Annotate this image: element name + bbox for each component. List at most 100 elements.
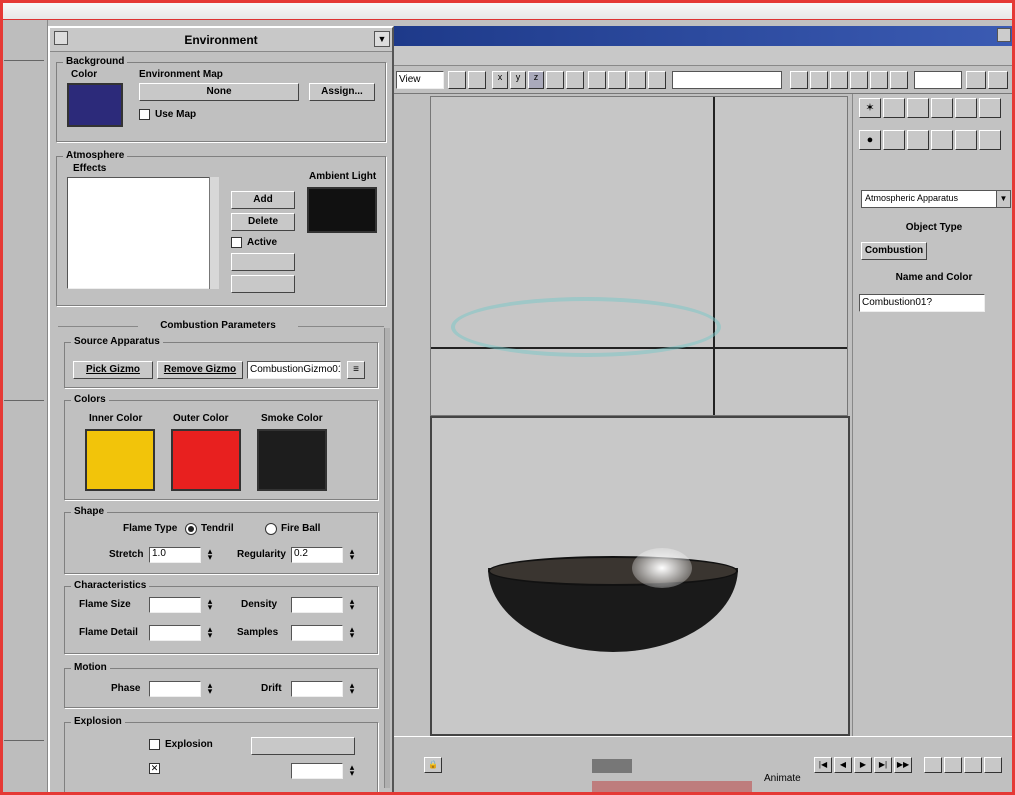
stretch-spinner-icon[interactable]: ▴ ▾ — [205, 547, 215, 562]
fury-spinner-icon[interactable]: ▴ ▾ — [347, 763, 357, 778]
geometry-icon[interactable]: ● — [859, 130, 881, 150]
characteristics-group: Characteristics Flame Size ▴ ▾ Density ▴ ▾… — [64, 580, 378, 654]
render-type-dropdown[interactable] — [914, 71, 962, 89]
effects-listbox[interactable] — [67, 177, 217, 289]
next-frame-icon[interactable]: ▶| — [874, 757, 892, 773]
tendril-radio[interactable] — [185, 523, 197, 535]
shapes-icon[interactable] — [883, 130, 905, 150]
samples-spinner-icon[interactable]: ▴ ▾ — [347, 625, 357, 640]
lock-icon[interactable]: 🔒 — [424, 757, 442, 773]
toolbar-button[interactable] — [850, 71, 868, 89]
zoom-icon[interactable] — [924, 757, 942, 773]
lights-icon[interactable] — [907, 130, 929, 150]
y-axis-button[interactable]: y — [510, 71, 526, 89]
arc-rotate-icon[interactable] — [984, 757, 1002, 773]
dialog-scrollbar[interactable] — [384, 328, 390, 788]
named-selection-input[interactable] — [672, 71, 782, 89]
flame-detail-input[interactable] — [149, 625, 201, 641]
gizmo-list-field[interactable]: CombustionGizmo01 — [247, 361, 341, 379]
play-icon[interactable]: ▶ — [854, 757, 872, 773]
dropdown-arrow-icon[interactable]: ▼ — [374, 31, 390, 47]
smoke-checkbox[interactable]: ✕ — [149, 763, 160, 774]
zoom-all-icon[interactable] — [944, 757, 962, 773]
setup-explosion-button[interactable] — [251, 737, 355, 755]
quick-render-button[interactable] — [988, 71, 1008, 89]
z-axis-button[interactable]: z — [528, 71, 544, 89]
view-dropdown[interactable]: View — [396, 71, 444, 89]
regularity-input[interactable]: 0.2 — [291, 547, 343, 563]
active-checkbox[interactable] — [231, 237, 242, 248]
envmap-button[interactable]: None — [139, 83, 299, 101]
create-icon[interactable]: ✶ — [859, 98, 881, 118]
object-type-rollout[interactable]: Object Type — [853, 222, 1015, 233]
phase-input[interactable] — [149, 681, 201, 697]
helpers-icon[interactable] — [955, 130, 977, 150]
hierarchy-icon[interactable] — [907, 98, 929, 118]
add-button[interactable]: Add — [231, 191, 295, 209]
toolbar-button[interactable] — [546, 71, 564, 89]
density-spinner-icon[interactable]: ▴ ▾ — [347, 597, 357, 612]
render-button[interactable] — [966, 71, 986, 89]
smoke-color-swatch[interactable] — [257, 429, 327, 491]
chevron-down-icon[interactable]: ▼ — [996, 191, 1010, 207]
prev-frame-icon[interactable]: ◀ — [834, 757, 852, 773]
toolbar-button[interactable] — [628, 71, 646, 89]
goto-end-icon[interactable]: ▶▶ — [894, 757, 912, 773]
toolbar-button[interactable] — [810, 71, 828, 89]
close-icon[interactable] — [997, 28, 1011, 42]
use-map-checkbox[interactable] — [139, 109, 150, 120]
cameras-icon[interactable] — [931, 130, 953, 150]
flame-size-spinner-icon[interactable]: ▴ ▾ — [205, 597, 215, 612]
assign-button[interactable]: Assign... — [309, 83, 375, 101]
toolbar-button[interactable] — [608, 71, 626, 89]
grid-axis-vertical — [713, 97, 715, 415]
toolbar-button[interactable] — [566, 71, 584, 89]
x-axis-button[interactable]: x — [492, 71, 508, 89]
top-viewport[interactable] — [430, 96, 848, 416]
remove-gizmo-button[interactable]: Remove Gizmo — [157, 361, 243, 379]
samples-input[interactable] — [291, 625, 343, 641]
motion-icon[interactable] — [931, 98, 953, 118]
move-down-button[interactable] — [231, 275, 295, 293]
combustion-rollout-title[interactable]: Combustion Parameters — [138, 320, 298, 331]
outer-color-swatch[interactable] — [171, 429, 241, 491]
toolbar-button[interactable] — [588, 71, 606, 89]
drift-spinner-icon[interactable]: ▴ ▾ — [347, 681, 357, 696]
toolbar-button[interactable] — [648, 71, 666, 89]
modify-icon[interactable] — [883, 98, 905, 118]
phase-spinner-icon[interactable]: ▴ ▾ — [205, 681, 215, 696]
toolbar-button[interactable] — [890, 71, 908, 89]
object-name-input[interactable]: Combustion01? — [859, 294, 985, 312]
inner-color-swatch[interactable] — [85, 429, 155, 491]
ambient-light-swatch[interactable] — [307, 187, 377, 233]
regularity-spinner-icon[interactable]: ▴ ▾ — [347, 547, 357, 562]
combustion-button[interactable]: Combustion — [861, 242, 927, 260]
goto-start-icon[interactable]: |◀ — [814, 757, 832, 773]
explosion-checkbox[interactable] — [149, 739, 160, 750]
toolbar-button[interactable] — [870, 71, 888, 89]
flame-detail-spinner-icon[interactable]: ▴ ▾ — [205, 625, 215, 640]
move-up-button[interactable] — [231, 253, 295, 271]
spacewarps-icon[interactable] — [979, 130, 1001, 150]
utilities-icon[interactable] — [979, 98, 1001, 118]
toolbar-button[interactable] — [790, 71, 808, 89]
drift-input[interactable] — [291, 681, 343, 697]
pan-icon[interactable] — [964, 757, 982, 773]
fury-input[interactable] — [291, 763, 343, 779]
toolbar-button[interactable] — [468, 71, 486, 89]
display-icon[interactable] — [955, 98, 977, 118]
pick-gizmo-button[interactable]: Pick Gizmo — [73, 361, 153, 379]
stretch-input[interactable]: 1.0 — [149, 547, 201, 563]
gizmo-dropdown-icon[interactable]: ≡ — [347, 361, 365, 379]
density-input[interactable] — [291, 597, 343, 613]
toolbar-button[interactable] — [830, 71, 848, 89]
flame-size-input[interactable] — [149, 597, 201, 613]
fireball-radio[interactable] — [265, 523, 277, 535]
perspective-viewport[interactable] — [430, 416, 850, 736]
effects-scrollbar[interactable] — [209, 177, 219, 289]
name-color-rollout[interactable]: Name and Color — [853, 272, 1015, 283]
toolbar-button[interactable] — [448, 71, 466, 89]
background-color-swatch[interactable] — [67, 83, 123, 127]
delete-button[interactable]: Delete — [231, 213, 295, 231]
helper-type-dropdown[interactable]: Atmospheric Apparatus ▼ — [861, 190, 1011, 208]
